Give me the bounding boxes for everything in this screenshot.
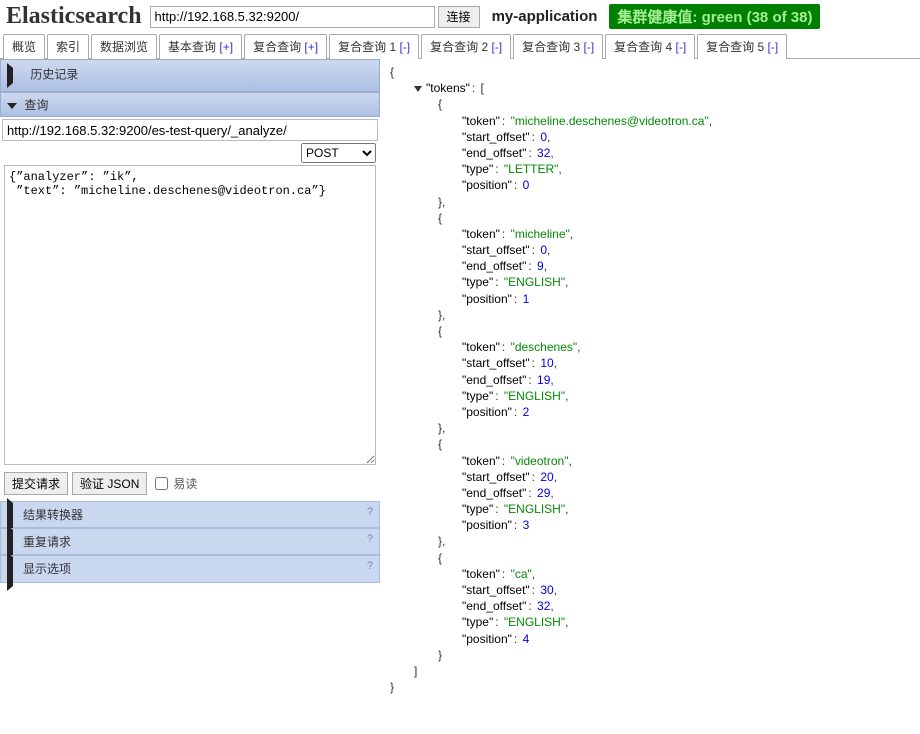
connect-button[interactable]: 连接 [438,6,480,28]
tab-suffix: [-] [676,40,687,54]
history-section-header[interactable]: 历史记录 [0,59,380,92]
tab[interactable]: 索引 [47,34,89,59]
tab-suffix: [-] [491,40,502,54]
chevron-right-icon [7,63,23,88]
result-transform-section[interactable]: 结果转换器 ? [0,501,380,528]
readable-checkbox[interactable] [155,477,168,490]
tab[interactable]: 数据浏览 [91,34,157,59]
json-result-panel: {"tokens": [{"token": "micheline.deschen… [380,59,920,705]
chevron-down-icon [7,103,17,109]
help-icon[interactable]: ? [367,560,373,572]
submit-button[interactable]: 提交请求 [4,472,68,495]
result-transform-label: 结果转换器 [23,508,83,522]
tab[interactable]: 复合查询 3 [-] [513,34,603,59]
tab-suffix: [+] [304,40,318,54]
tab[interactable]: 概览 [3,34,45,59]
tab[interactable]: 复合查询 1 [-] [329,34,419,59]
main-tabs: 概览 索引 数据浏览 基本查询 [+]复合查询 [+]复合查询 1 [-]复合查… [0,33,920,59]
request-body-textarea[interactable] [4,165,376,465]
tab-suffix: [+] [219,40,233,54]
tab[interactable]: 基本查询 [+] [159,34,242,59]
query-label: 查询 [24,98,48,112]
request-url-input[interactable] [2,119,378,141]
help-icon[interactable]: ? [367,506,373,518]
tab-suffix: [-] [583,40,594,54]
tab[interactable]: 复合查询 4 [-] [605,34,695,59]
display-options-section[interactable]: 显示选项 ? [0,555,380,582]
repeat-request-section[interactable]: 重复请求 ? [0,528,380,555]
tab[interactable]: 复合查询 [+] [244,34,327,59]
help-icon[interactable]: ? [367,533,373,545]
tab[interactable]: 复合查询 5 [-] [697,34,787,59]
tab-suffix: [-] [399,40,410,54]
query-section-header[interactable]: 查询 [0,92,380,117]
validate-json-button[interactable]: 验证 JSON [72,472,147,495]
http-method-select[interactable]: POST [301,143,376,163]
chevron-down-icon[interactable] [414,86,422,92]
chevron-right-icon [7,552,23,591]
history-label: 历史记录 [30,68,78,82]
connection-url-input[interactable] [150,6,435,28]
display-options-label: 显示选项 [23,562,71,576]
repeat-request-label: 重复请求 [23,535,71,549]
cluster-name: my-application [480,8,610,25]
tab[interactable]: 复合查询 2 [-] [421,34,511,59]
readable-checkbox-label[interactable]: 易读 [151,474,197,493]
app-logo: Elasticsearch [3,3,150,30]
cluster-health-badge: 集群健康值: green (38 of 38) [609,4,820,29]
tab-suffix: [-] [768,40,779,54]
